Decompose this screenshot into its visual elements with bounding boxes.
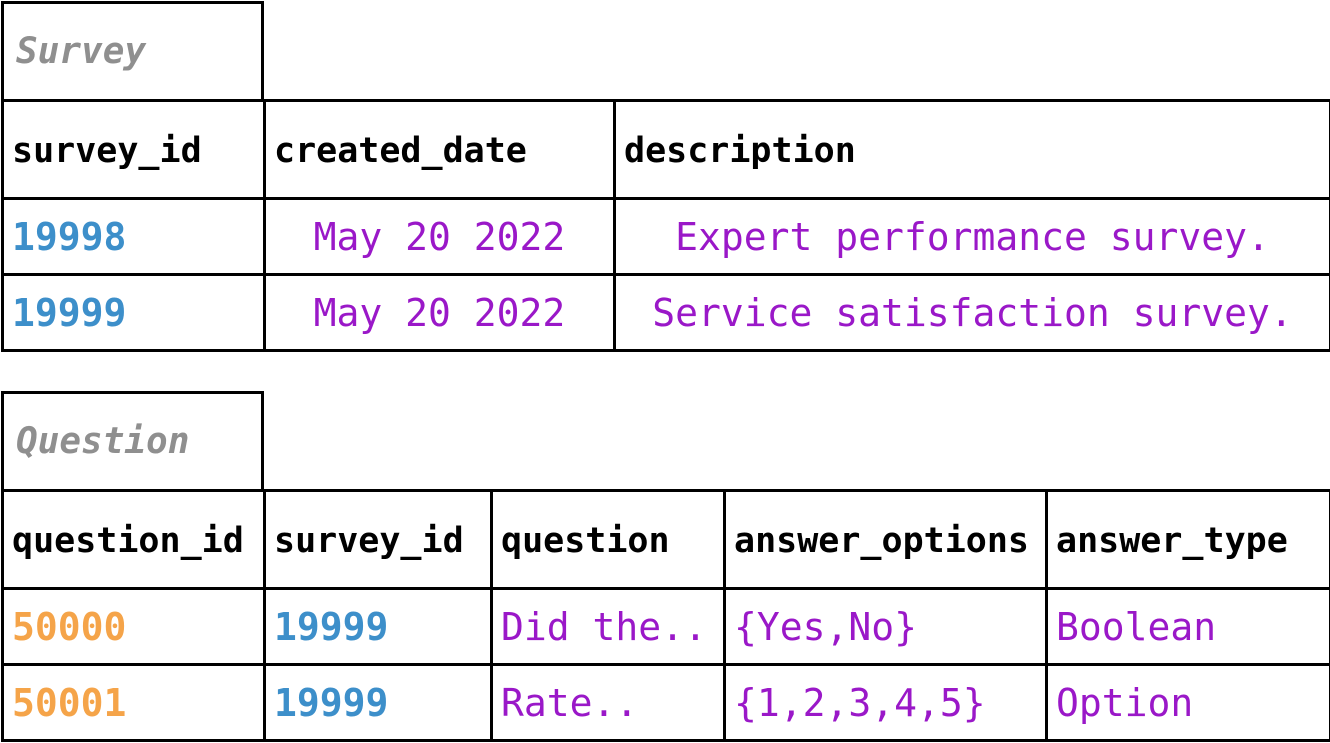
created-date-cell: May 20 2022 <box>263 197 616 276</box>
description-cell: Expert performance survey. <box>613 197 1330 276</box>
column-header: survey_id <box>1 99 266 200</box>
column-header: question_id <box>1 489 266 590</box>
survey-id-cell: 19999 <box>263 663 493 742</box>
question-id-cell: 50001 <box>1 663 266 742</box>
table-row: 19998 May 20 2022 Expert performance sur… <box>1 197 1330 276</box>
created-date-cell: May 20 2022 <box>263 273 616 352</box>
column-header: question <box>490 489 726 590</box>
table-row: 50001 19999 Rate.. {1,2,3,4,5} Option <box>1 663 1330 742</box>
column-header: answer_options <box>723 489 1048 590</box>
question-cell: Rate.. <box>490 663 726 742</box>
survey-header-row: survey_id created_date description <box>1 99 1330 200</box>
question-header-row: question_id survey_id question answer_op… <box>1 489 1330 590</box>
question-table: question_id survey_id question answer_op… <box>1 489 1330 742</box>
column-header: answer_type <box>1045 489 1330 590</box>
answer-type-cell: Option <box>1045 663 1330 742</box>
question-table-title: Question <box>1 391 264 492</box>
table-row: 19999 May 20 2022 Service satisfaction s… <box>1 273 1330 352</box>
survey-table-title: Survey <box>1 1 264 102</box>
description-cell: Service satisfaction survey. <box>613 273 1330 352</box>
question-cell: Did the.. <box>490 587 726 666</box>
column-header: survey_id <box>263 489 493 590</box>
answer-options-cell: {1,2,3,4,5} <box>723 663 1048 742</box>
answer-type-cell: Boolean <box>1045 587 1330 666</box>
question-id-cell: 50000 <box>1 587 266 666</box>
answer-options-cell: {Yes,No} <box>723 587 1048 666</box>
table-row: 50000 19999 Did the.. {Yes,No} Boolean <box>1 587 1330 666</box>
survey-id-cell: 19999 <box>1 273 266 352</box>
survey-id-cell: 19999 <box>263 587 493 666</box>
survey-id-cell: 19998 <box>1 197 266 276</box>
column-header: description <box>613 99 1330 200</box>
survey-table: survey_id created_date description 19998… <box>1 99 1330 352</box>
column-header: created_date <box>263 99 616 200</box>
